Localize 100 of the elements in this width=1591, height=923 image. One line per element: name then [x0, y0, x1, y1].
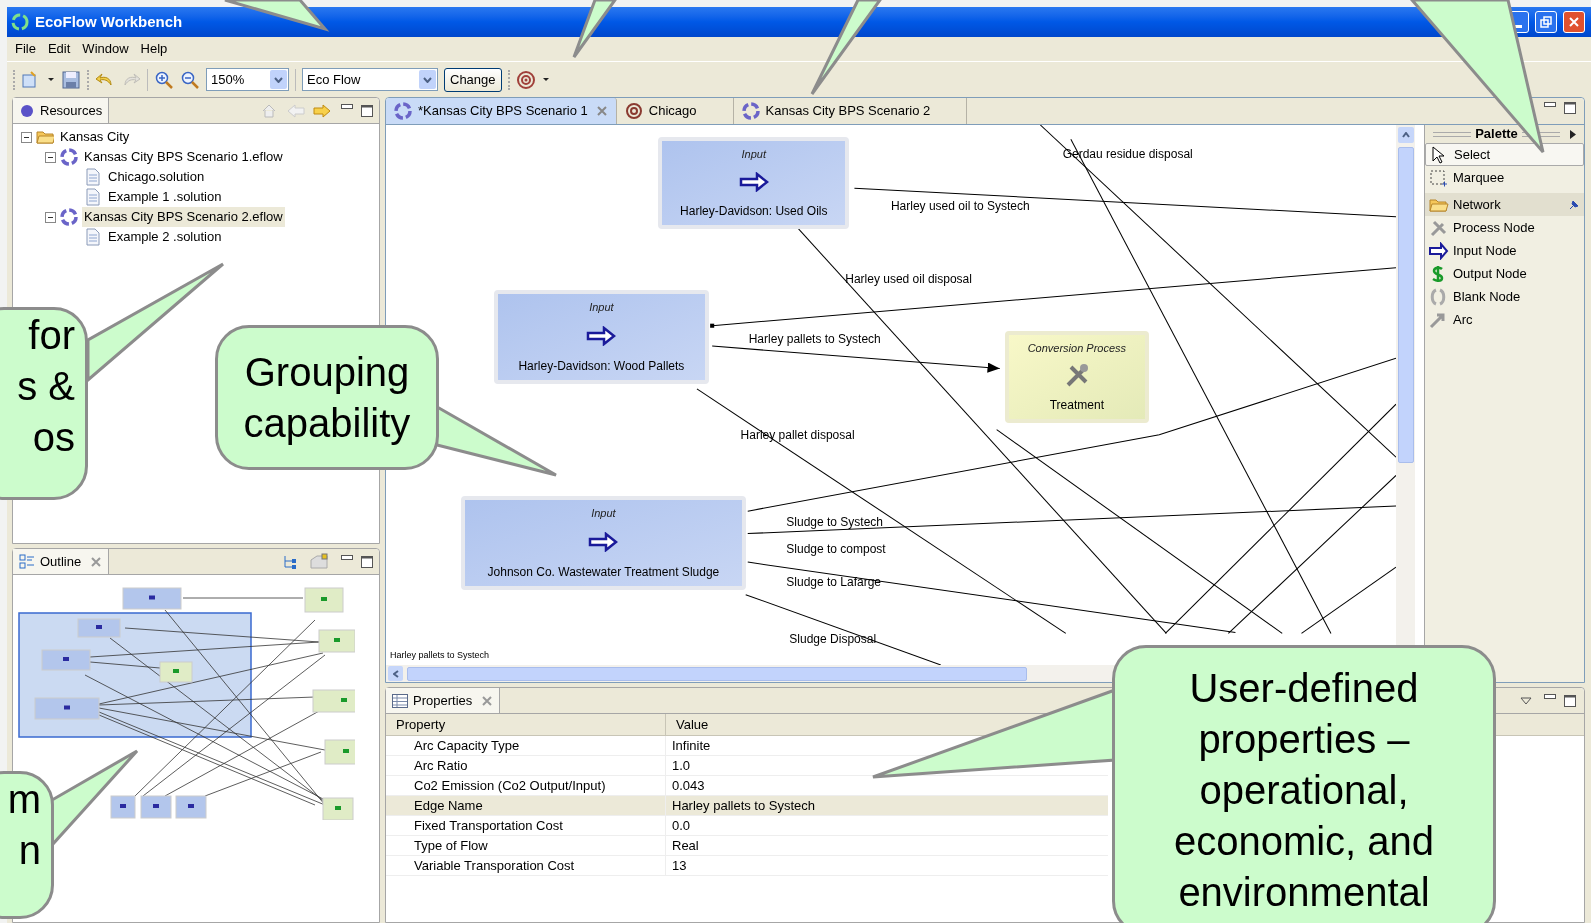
- connection-line[interactable]: [996, 429, 1283, 634]
- callout-text: for s & os: [17, 312, 75, 461]
- scroll-up-button[interactable]: [1397, 127, 1414, 143]
- close-button[interactable]: [1563, 11, 1585, 33]
- collapse-toggle-icon[interactable]: [45, 211, 56, 223]
- editor-tab[interactable]: Chicago: [616, 98, 734, 124]
- arrow-icon: [1429, 241, 1449, 260]
- collapse-arrow-icon[interactable]: [1570, 129, 1576, 139]
- properties-tab[interactable]: Properties: [386, 688, 501, 713]
- connection-label: Harley pallets to Systech: [748, 330, 881, 348]
- scroll-left-button[interactable]: [388, 666, 403, 681]
- tree-item[interactable]: Chicago.solution: [106, 167, 207, 187]
- maximize-icon[interactable]: [361, 555, 373, 568]
- palette-drawer[interactable]: Network: [1425, 193, 1584, 216]
- menu-item[interactable]: Help: [134, 39, 174, 59]
- editor-tab[interactable]: Kansas City BPS Scenario 2: [733, 98, 968, 124]
- palette-item[interactable]: Process Node: [1425, 216, 1584, 239]
- node-type-label: Input: [591, 505, 616, 521]
- maximize-icon[interactable]: [1564, 102, 1576, 114]
- minimize-icon[interactable]: [341, 554, 353, 561]
- tree-item[interactable]: Example 2 .solution: [106, 227, 224, 247]
- connection-line[interactable]: [1301, 566, 1396, 634]
- zoom-combo[interactable]: 150%: [206, 68, 289, 91]
- table-cell: Edge Name: [386, 796, 666, 815]
- close-icon[interactable]: [90, 555, 103, 568]
- property-row[interactable]: Type of Flow Real: [386, 836, 1108, 856]
- zoom-out-icon[interactable]: [180, 69, 200, 90]
- collapse-toggle-icon[interactable]: [21, 131, 32, 143]
- folder-icon: [36, 128, 54, 146]
- recycle-icon: [60, 208, 78, 226]
- document-icon: [84, 228, 102, 246]
- table-cell-text: 0.043: [671, 776, 706, 795]
- connection-line[interactable]: [747, 505, 1396, 535]
- palette-item[interactable]: Output Node: [1425, 262, 1584, 285]
- minimize-icon[interactable]: [1544, 102, 1556, 108]
- connection-line[interactable]: [711, 267, 1396, 327]
- callout-text: User-defined properties – operational, economic, and environmental: [1173, 664, 1435, 916]
- node-type-label: Input: [589, 300, 614, 316]
- target-icon: [624, 102, 643, 120]
- arrow-icon: [738, 172, 769, 193]
- input-node[interactable]: Input Harley-Davidson: Used Oils: [658, 137, 850, 229]
- diagram-type-combo[interactable]: Eco Flow: [302, 68, 438, 91]
- property-row[interactable]: Edge Name Harley pallets to Systech: [386, 796, 1108, 816]
- menu-item[interactable]: Window: [76, 39, 135, 59]
- table-cell-text: Infinite: [671, 736, 712, 755]
- scroll-thumb[interactable]: [407, 666, 1027, 681]
- resources-tab[interactable]: Resources: [13, 98, 110, 123]
- zoom-in-icon[interactable]: [154, 69, 174, 90]
- tree-item[interactable]: Kansas City: [58, 127, 132, 147]
- connection-line[interactable]: [747, 561, 1236, 633]
- table-cell: Fixed Transportation Cost: [386, 816, 666, 835]
- collapse-toggle-icon[interactable]: [45, 151, 56, 163]
- dropdown-button[interactable]: [270, 70, 287, 89]
- palette-item[interactable]: Marquee: [1425, 166, 1584, 189]
- view-menu-icon[interactable]: [1520, 696, 1532, 705]
- column-header[interactable]: Property: [386, 714, 666, 735]
- input-node[interactable]: Input Johnson Co. Wastewater Treatment Sludge: [461, 495, 746, 590]
- selection-handle[interactable]: [710, 323, 715, 328]
- node-type-label: Input: [741, 147, 766, 163]
- palette-item[interactable]: Input Node: [1425, 239, 1584, 262]
- callout-text: Grouping capability: [243, 348, 411, 447]
- change-button[interactable]: Change: [444, 67, 502, 92]
- dropdown-button[interactable]: [419, 70, 436, 89]
- chevron-down-icon: [423, 76, 432, 83]
- arrow-icon: [588, 532, 619, 552]
- palette-item[interactable]: Arc: [1425, 308, 1584, 331]
- tree-item[interactable]: Kansas City BPS Scenario 1.eflow: [82, 147, 285, 167]
- maximize-icon[interactable]: [1564, 694, 1576, 707]
- palette-item[interactable]: Blank Node: [1425, 285, 1584, 308]
- callout-text: m n: [7, 776, 41, 874]
- input-node[interactable]: Input Harley-Davidson: Wood Pallets: [493, 290, 710, 384]
- outline-tab[interactable]: Outline: [13, 549, 110, 574]
- recycle-icon: [60, 148, 78, 166]
- table-cell: Co2 Emission (Co2 Output/Input): [386, 776, 666, 795]
- close-icon[interactable]: [595, 105, 608, 117]
- menu-item[interactable]: Edit: [41, 39, 77, 59]
- tree-item[interactable]: Kansas City BPS Scenario 2.eflow: [82, 207, 285, 227]
- target-icon[interactable]: [515, 69, 536, 90]
- connection-line[interactable]: [1227, 475, 1396, 634]
- minimize-icon[interactable]: [341, 103, 353, 110]
- restore-button[interactable]: [1535, 11, 1557, 33]
- tree-view-icon[interactable]: [283, 553, 297, 570]
- connection-label: Harley used oil disposal: [845, 270, 972, 288]
- connection-line[interactable]: [853, 187, 1396, 218]
- process-node[interactable]: Conversion Process Treatment: [1004, 330, 1149, 423]
- property-row[interactable]: Variable Transporation Cost 13: [386, 856, 1108, 876]
- palette-item[interactable]: Select: [1425, 143, 1584, 166]
- connection-line[interactable]: [1164, 403, 1396, 634]
- minimize-icon[interactable]: [1544, 693, 1556, 700]
- table-cell: Arc Ratio: [386, 756, 666, 775]
- close-icon[interactable]: [481, 694, 494, 707]
- menu-item[interactable]: File: [9, 39, 42, 59]
- tree-item[interactable]: Example 1 .solution: [106, 187, 224, 207]
- scroll-thumb[interactable]: [1397, 147, 1414, 463]
- maximize-icon[interactable]: [361, 104, 373, 117]
- editor-tab[interactable]: *Kansas City BPS Scenario 1: [386, 98, 617, 124]
- save-icon[interactable]: [61, 69, 81, 90]
- property-row[interactable]: Fixed Transportation Cost 0.0: [386, 816, 1108, 836]
- connection-line[interactable]: [711, 345, 1001, 373]
- connection-line[interactable]: [745, 594, 942, 665]
